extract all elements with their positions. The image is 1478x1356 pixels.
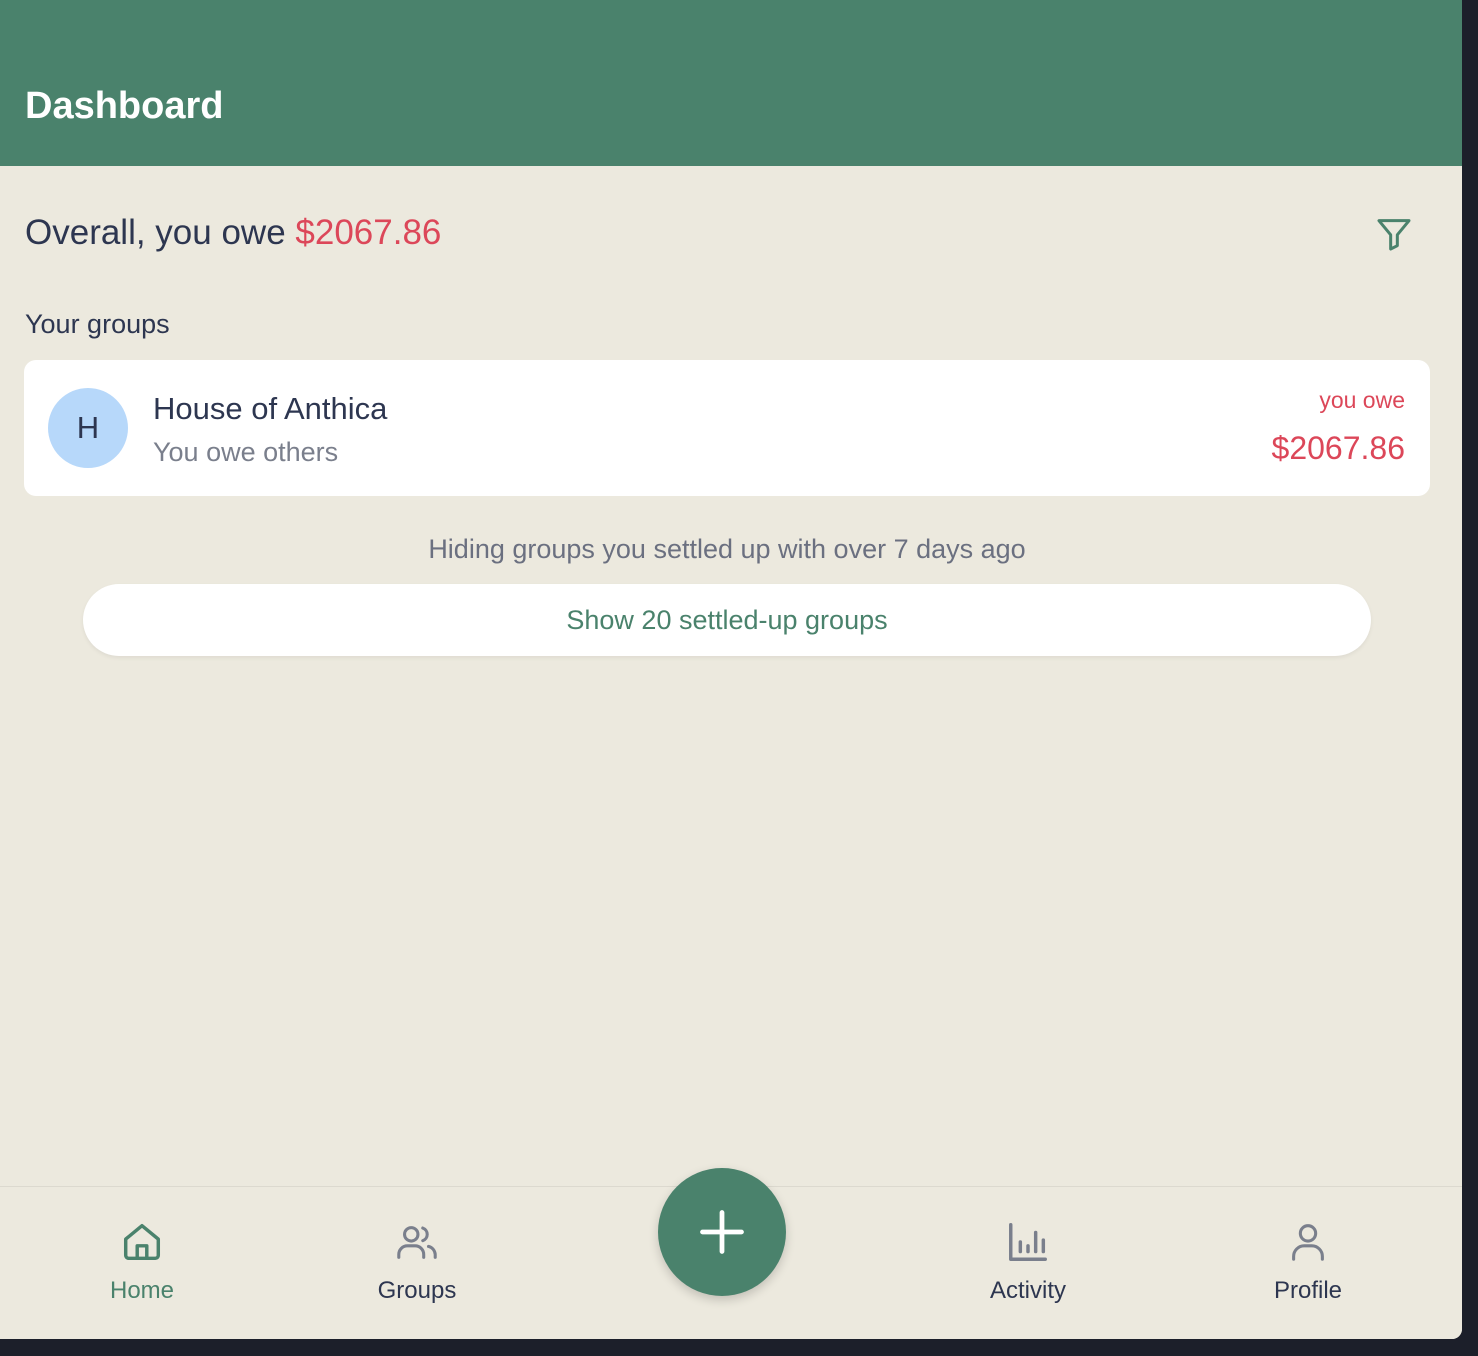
group-status: You owe others xyxy=(153,437,339,467)
overall-balance: Overall, you owe $2067.86 xyxy=(25,210,441,256)
activity-icon xyxy=(1004,1218,1052,1266)
group-name: House of Anthica xyxy=(153,391,388,426)
nav-label-groups: Groups xyxy=(377,1277,457,1304)
header-bar: Dashboard xyxy=(0,0,1462,166)
group-avatar: H xyxy=(48,388,128,468)
profile-icon xyxy=(1284,1218,1332,1266)
filter-icon xyxy=(1377,219,1411,251)
nav-label-profile: Profile xyxy=(1273,1277,1343,1304)
nav-item-groups[interactable]: Groups xyxy=(317,1218,517,1313)
section-label-your-groups: Your groups xyxy=(25,309,170,339)
page-title: Dashboard xyxy=(25,85,224,127)
groups-icon xyxy=(393,1218,441,1266)
group-card[interactable]: H House of Anthica You owe others you ow… xyxy=(24,360,1430,496)
add-expense-button[interactable] xyxy=(658,1168,786,1296)
app-window: Dashboard Overall, you owe $2067.86 Your… xyxy=(0,0,1462,1339)
show-settled-groups-button[interactable]: Show 20 settled-up groups xyxy=(83,584,1371,656)
settled-groups-note: Hiding groups you settled up with over 7… xyxy=(428,534,1026,564)
overall-balance-prefix: Overall, you owe xyxy=(25,213,296,252)
nav-item-home[interactable]: Home xyxy=(42,1218,242,1313)
plus-icon xyxy=(700,1210,744,1254)
nav-label-activity: Activity xyxy=(989,1277,1066,1304)
nav-item-profile[interactable]: Profile xyxy=(1208,1218,1408,1313)
nav-item-activity[interactable]: Activity xyxy=(928,1218,1128,1313)
filter-button[interactable] xyxy=(1370,210,1418,258)
overall-balance-amount: $2067.86 xyxy=(295,213,442,252)
group-balance-label: you owe xyxy=(1319,387,1405,413)
group-balance-amount: $2067.86 xyxy=(1271,430,1405,466)
nav-label-home: Home xyxy=(109,1277,175,1304)
home-icon xyxy=(118,1218,166,1266)
